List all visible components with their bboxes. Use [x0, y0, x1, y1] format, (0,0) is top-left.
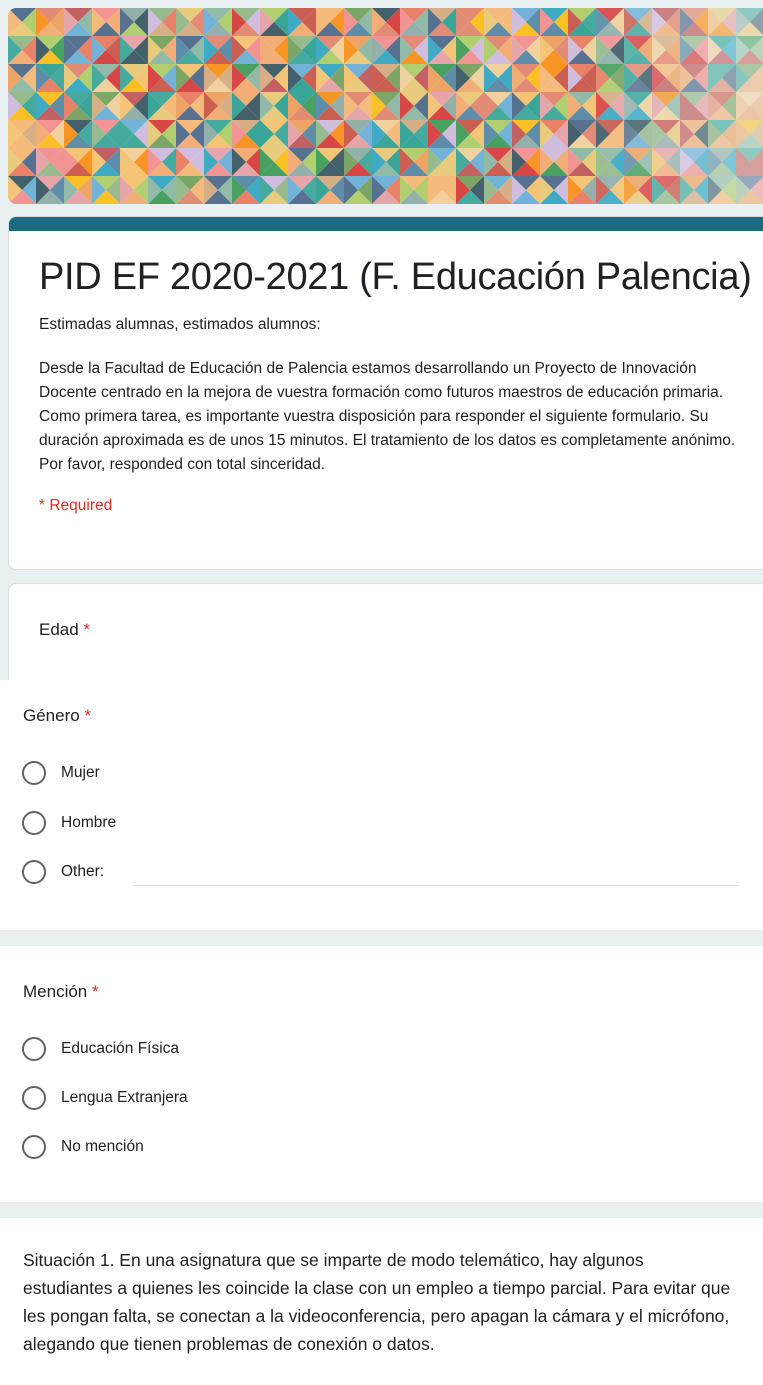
- radio-option-educacion-fisica[interactable]: Educación Física: [22, 1036, 179, 1062]
- radio-option-lengua-extranjera[interactable]: Lengua Extranjera: [22, 1085, 188, 1111]
- form-page: PID EF 2020-2021 (F. Educación Palencia)…: [0, 0, 763, 1385]
- form-description: Estimadas alumnas, estimados alumnos: De…: [39, 313, 739, 477]
- radio-option-hombre[interactable]: Hombre: [22, 810, 116, 836]
- option-label: Lengua Extranjera: [61, 1089, 188, 1106]
- section-divider: [0, 1202, 763, 1218]
- question-mencion-label: Mención: [23, 982, 88, 1001]
- radio-circle-icon[interactable]: [22, 860, 46, 884]
- description-greeting: Estimadas alumnas, estimados alumnos:: [39, 316, 321, 333]
- question-edad-label: Edad: [39, 620, 79, 639]
- question-edad-title: Edad *: [39, 620, 90, 640]
- section-divider: [0, 930, 763, 946]
- radio-circle-icon[interactable]: [22, 761, 46, 785]
- theme-accent-bar: [9, 217, 763, 231]
- required-asterisk: *: [83, 620, 91, 639]
- required-note: * Required: [39, 497, 113, 514]
- question-genero-label: Género: [23, 706, 80, 725]
- question-genero-title: Género *: [23, 706, 91, 726]
- radio-circle-icon[interactable]: [22, 1037, 46, 1061]
- question-mencion-title: Mención *: [23, 982, 99, 1002]
- question-situacion-1-text: Situación 1. En una asignatura que se im…: [23, 1250, 731, 1354]
- description-paragraph-1: Desde la Facultad de Educación de Palenc…: [39, 360, 724, 401]
- form-title: PID EF 2020-2021 (F. Educación Palencia): [39, 256, 752, 298]
- radio-circle-icon[interactable]: [22, 811, 46, 835]
- required-asterisk: *: [84, 706, 92, 725]
- other-text-input[interactable]: [133, 885, 739, 886]
- header-banner-image: [8, 8, 763, 204]
- description-paragraph-2: Como primera tarea, es importante vuestr…: [39, 408, 736, 473]
- question-situacion-1-card: Situación 1. En una asignatura que se im…: [0, 1218, 763, 1385]
- required-asterisk: *: [92, 982, 99, 1001]
- option-label: Educación Física: [61, 1040, 180, 1057]
- question-edad-card: Edad *: [8, 583, 763, 680]
- question-mencion-card: Mención * Educación Física Lengua Extran…: [0, 946, 763, 1202]
- radio-option-mujer[interactable]: Mujer: [22, 760, 100, 786]
- radio-circle-icon[interactable]: [22, 1135, 46, 1159]
- option-label: Hombre: [61, 814, 117, 831]
- option-label: Other:: [61, 863, 105, 880]
- option-label: No mención: [61, 1138, 144, 1155]
- question-genero-card: Género * Mujer Hombre Other:: [0, 680, 763, 930]
- radio-circle-icon[interactable]: [22, 1086, 46, 1110]
- option-label: Mujer: [61, 764, 100, 781]
- radio-option-no-mencion[interactable]: No mención: [22, 1134, 144, 1160]
- form-header-card: PID EF 2020-2021 (F. Educación Palencia)…: [8, 216, 763, 570]
- radio-option-other[interactable]: Other:: [22, 859, 104, 885]
